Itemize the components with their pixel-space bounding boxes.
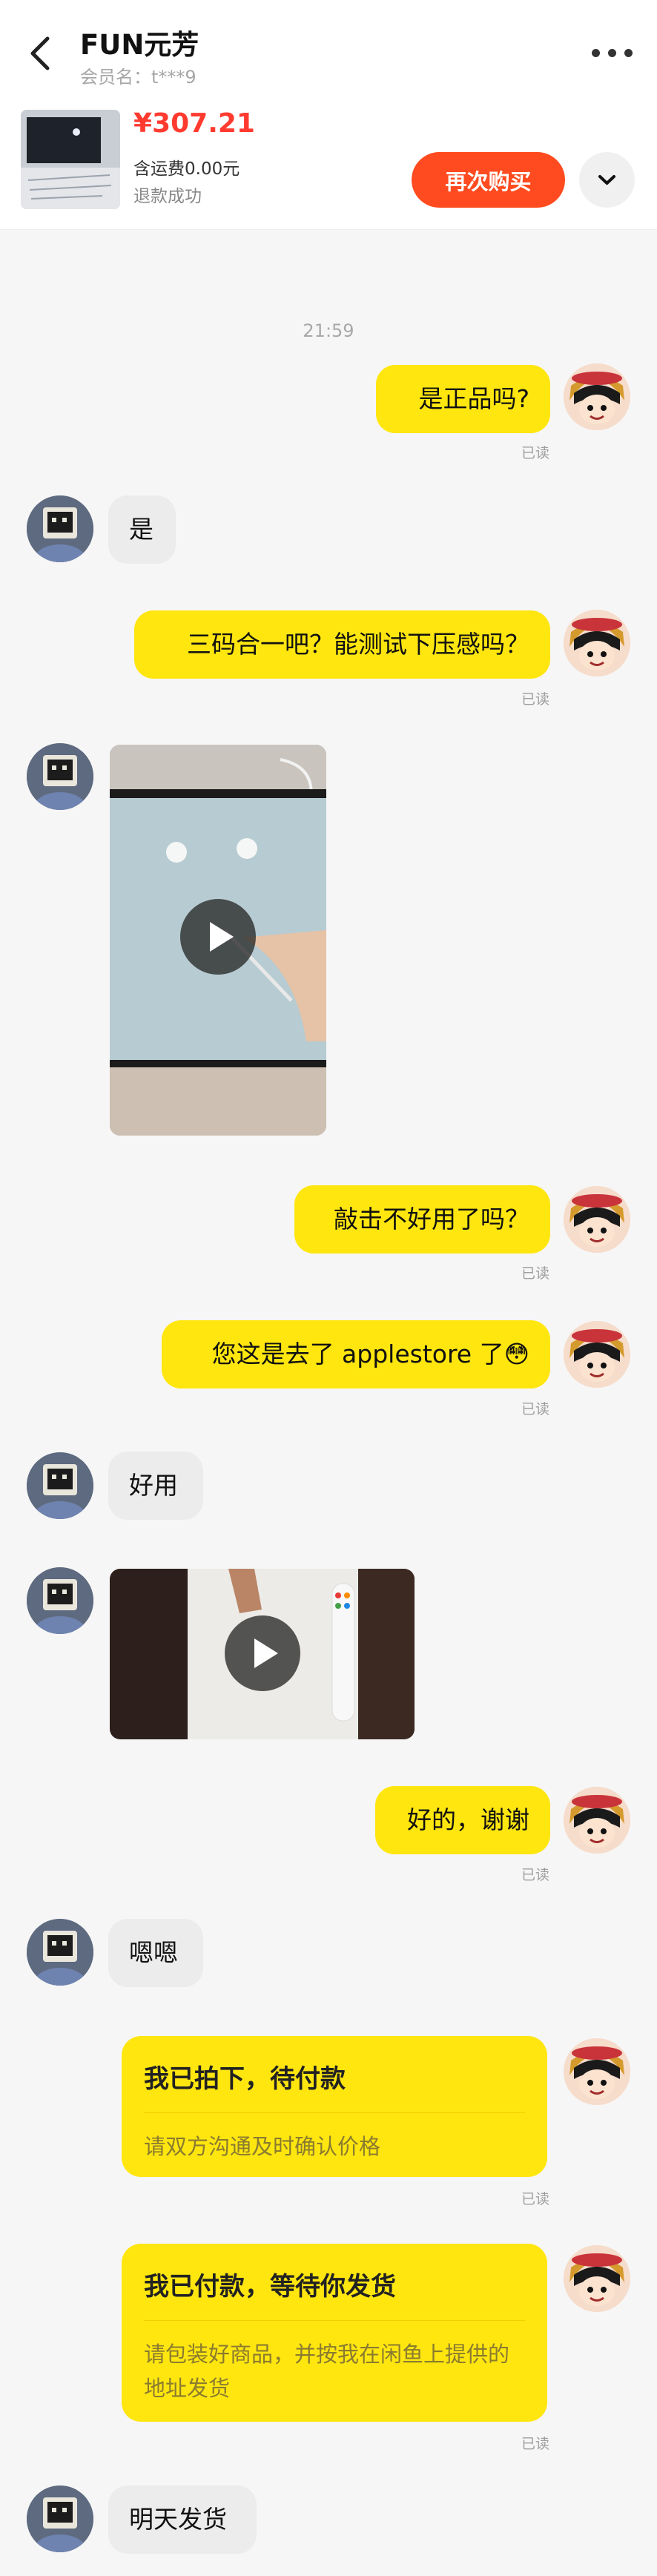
- order-price: ¥307.21: [133, 108, 255, 139]
- my-avatar[interactable]: [564, 363, 630, 430]
- rebuy-button[interactable]: 再次购买: [412, 152, 565, 208]
- read-receipt: 已读: [521, 691, 550, 708]
- contact-name: FUN元芳: [80, 29, 199, 61]
- my-avatar[interactable]: [564, 2245, 630, 2312]
- contact-avatar[interactable]: [27, 1452, 93, 1519]
- message-bubble[interactable]: 是正品吗?: [376, 365, 550, 433]
- play-icon[interactable]: [225, 1615, 300, 1691]
- order-status-card[interactable]: 我已拍下，待付款 请双方沟通及时确认价格: [122, 2036, 547, 2177]
- card-description: 请包装好商品，并按我在闲鱼上提供的地址发货: [144, 2342, 510, 2401]
- message-bubble[interactable]: 是: [108, 495, 176, 564]
- contact-avatar[interactable]: [27, 1919, 93, 1986]
- my-avatar[interactable]: [564, 1321, 630, 1388]
- contact-avatar[interactable]: [27, 743, 93, 810]
- order-status-card[interactable]: 我已付款，等待你发货 请包装好商品，并按我在闲鱼上提供的地址发货: [122, 2244, 547, 2422]
- read-receipt: 已读: [521, 2191, 550, 2207]
- expand-order-button[interactable]: [579, 152, 635, 208]
- shipping-fee: 含运费0.00元: [133, 159, 240, 179]
- read-receipt: 已读: [521, 1401, 550, 1417]
- play-icon[interactable]: [180, 899, 256, 975]
- back-icon[interactable]: [22, 31, 59, 76]
- message-bubble[interactable]: 好用: [108, 1452, 203, 1520]
- message-bubble[interactable]: 您这是去了 applestore 了😳: [162, 1320, 550, 1389]
- my-avatar[interactable]: [564, 2038, 630, 2105]
- contact-avatar[interactable]: [27, 495, 93, 562]
- contact-avatar[interactable]: [27, 1567, 93, 1634]
- my-avatar[interactable]: [564, 610, 630, 676]
- card-title: 我已付款，等待你发货: [144, 2272, 396, 2302]
- contact-avatar[interactable]: [27, 2486, 93, 2552]
- read-receipt: 已读: [521, 445, 550, 461]
- message-timestamp: 21:59: [303, 320, 354, 341]
- chat-header: FUN元芳 会员名：t***9 ¥307.21 含运费0.00元 退款成功 再次…: [0, 0, 657, 230]
- card-divider: [144, 2112, 525, 2113]
- message-bubble[interactable]: 好的，谢谢: [375, 1786, 550, 1854]
- product-thumbnail[interactable]: [21, 110, 120, 209]
- card-title: 我已拍下，待付款: [144, 2064, 346, 2094]
- card-description: 请双方沟通及时确认价格: [144, 2134, 381, 2159]
- chevron-down-icon: [598, 175, 615, 185]
- my-avatar[interactable]: [564, 1787, 630, 1854]
- message-bubble[interactable]: 敲击不好用了吗？: [294, 1185, 550, 1254]
- more-options-icon[interactable]: [592, 39, 633, 65]
- read-receipt: 已读: [521, 1265, 550, 1282]
- order-status: 退款成功: [133, 187, 202, 206]
- read-receipt: 已读: [521, 2436, 550, 2452]
- message-bubble[interactable]: 嗯嗯: [108, 1919, 203, 1987]
- member-name: 会员名：t***9: [80, 67, 197, 88]
- card-divider: [144, 2320, 525, 2321]
- message-bubble[interactable]: 三码合一吧？能测试下压感吗？: [134, 610, 550, 679]
- message-bubble[interactable]: 明天发货: [108, 2486, 257, 2554]
- video-message[interactable]: [110, 1569, 415, 1739]
- my-avatar[interactable]: [564, 1186, 630, 1253]
- read-receipt: 已读: [521, 1867, 550, 1883]
- video-message[interactable]: [110, 745, 326, 1136]
